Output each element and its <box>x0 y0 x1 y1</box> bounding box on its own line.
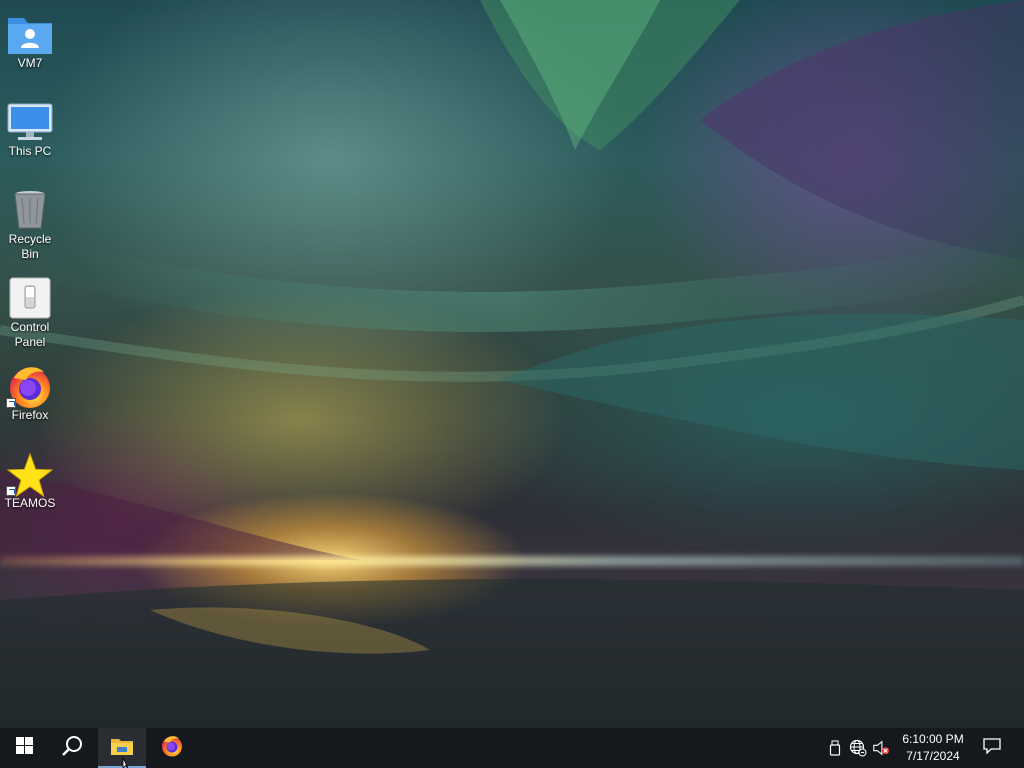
desktop-icon-label: Control Panel <box>10 320 50 349</box>
action-center-icon <box>983 737 1001 759</box>
mouse-cursor-icon <box>122 758 129 768</box>
system-clock[interactable]: 6:10:00 PM 7/17/2024 <box>896 731 970 765</box>
file-explorer-icon <box>110 736 134 761</box>
desktop-icon-teamos[interactable]: TEAMOS <box>0 448 60 511</box>
network-globe-icon[interactable] <box>849 738 867 758</box>
star-icon <box>0 448 60 498</box>
windows-start-icon <box>15 737 33 759</box>
wallpaper-horizon <box>0 556 1024 566</box>
desktop-icon-label: Firefox <box>11 408 49 422</box>
desktop-icon-vm7[interactable]: VM7 <box>0 8 60 71</box>
desktop-icon-this-pc[interactable]: This PC <box>0 96 60 159</box>
clock-time: 6:10:00 PM <box>902 732 964 746</box>
clock-date: 7/17/2024 <box>906 749 960 763</box>
taskbar-firefox-button[interactable] <box>148 728 196 768</box>
desktop-icon-label: This PC <box>8 144 52 158</box>
control-panel-icon <box>0 272 60 320</box>
taskbar: 6:10:00 PM 7/17/2024 <box>0 728 1024 768</box>
action-center-button[interactable] <box>968 728 1016 768</box>
desktop-wallpaper <box>0 0 1024 728</box>
wallpaper-waves <box>0 0 1024 728</box>
desktop-icon-label: Recycle Bin <box>8 232 52 261</box>
desktop-icon-label: TEAMOS <box>4 496 56 510</box>
start-button[interactable] <box>0 728 48 768</box>
search-icon <box>61 735 83 762</box>
desktop-icon-control-panel[interactable]: Control Panel <box>0 272 60 350</box>
shortcut-arrow-icon <box>6 486 16 496</box>
computer-icon <box>0 96 60 144</box>
firefox-icon <box>160 734 184 763</box>
usb-device-icon[interactable] <box>826 738 844 758</box>
desktop-icon-firefox[interactable]: Firefox <box>0 360 60 423</box>
shortcut-arrow-icon <box>6 398 16 408</box>
volume-muted-icon[interactable] <box>872 738 890 758</box>
search-button[interactable] <box>48 728 96 768</box>
user-folder-icon <box>0 8 60 56</box>
firefox-icon <box>0 360 60 408</box>
desktop-icon-recycle-bin[interactable]: Recycle Bin <box>0 184 60 262</box>
recycle-bin-icon <box>0 184 60 232</box>
desktop-icon-label: VM7 <box>17 56 43 70</box>
